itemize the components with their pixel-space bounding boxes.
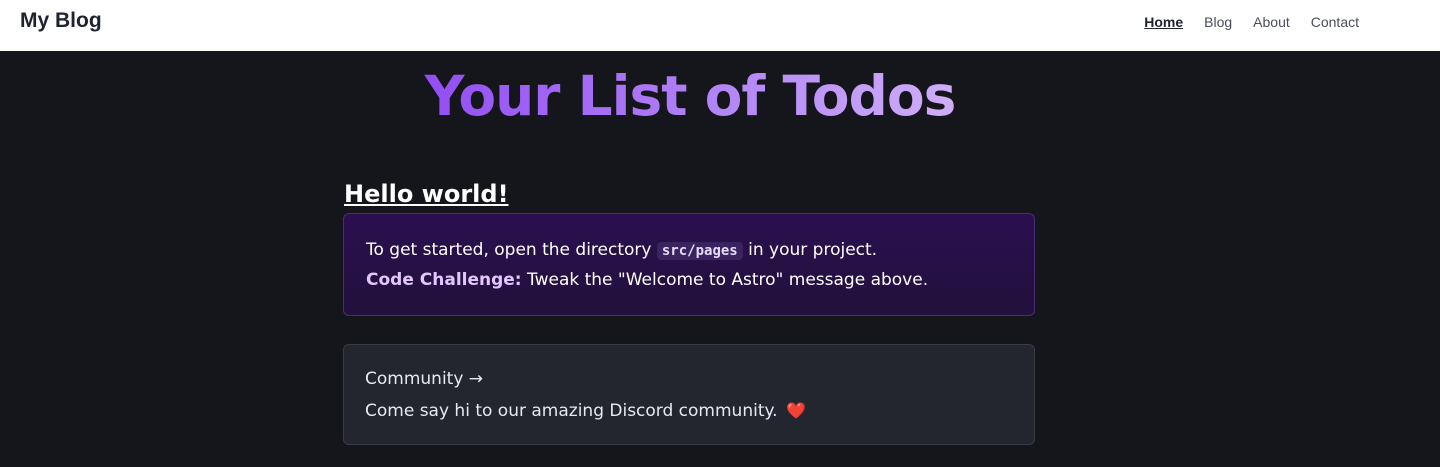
directory-code: src/pages (656, 242, 743, 260)
nav-link-contact[interactable]: Contact (1311, 14, 1359, 30)
instructions-line-1: To get started, open the directory src/p… (366, 236, 1012, 266)
community-card-title: Community → (365, 365, 1013, 393)
arrow-right-icon: → (468, 369, 484, 389)
community-card-description: Come say hi to our amazing Discord commu… (365, 397, 1013, 425)
instructions-panel: To get started, open the directory src/p… (343, 213, 1035, 316)
brand-logo-link[interactable]: My Blog (20, 9, 102, 33)
instructions-line-2: Code Challenge: Tweak the "Welcome to As… (366, 266, 1012, 295)
instructions-text-before: To get started, open the directory (366, 240, 652, 260)
community-title-text: Community (365, 369, 464, 389)
nav-link-home[interactable]: Home (1144, 14, 1183, 30)
community-description-text: Come say hi to our amazing Discord commu… (365, 401, 778, 421)
challenge-text: Tweak the "Welcome to Astro" message abo… (527, 270, 929, 290)
community-card-link[interactable]: Community → Come say hi to our amazing D… (343, 344, 1035, 445)
main-nav: Home Blog About Contact (1144, 14, 1359, 30)
main-content: Your List of Todos Hello world! To get s… (0, 51, 1440, 467)
nav-link-about[interactable]: About (1253, 14, 1290, 30)
nav-link-blog[interactable]: Blog (1204, 14, 1232, 30)
heart-icon: ❤️ (785, 401, 806, 420)
instructions-text-after: in your project. (748, 240, 878, 260)
page-title: Your List of Todos (0, 64, 1380, 128)
greeting-heading: Hello world! (344, 180, 509, 208)
challenge-label: Code Challenge: (366, 270, 522, 290)
site-header: My Blog Home Blog About Contact (0, 0, 1440, 51)
